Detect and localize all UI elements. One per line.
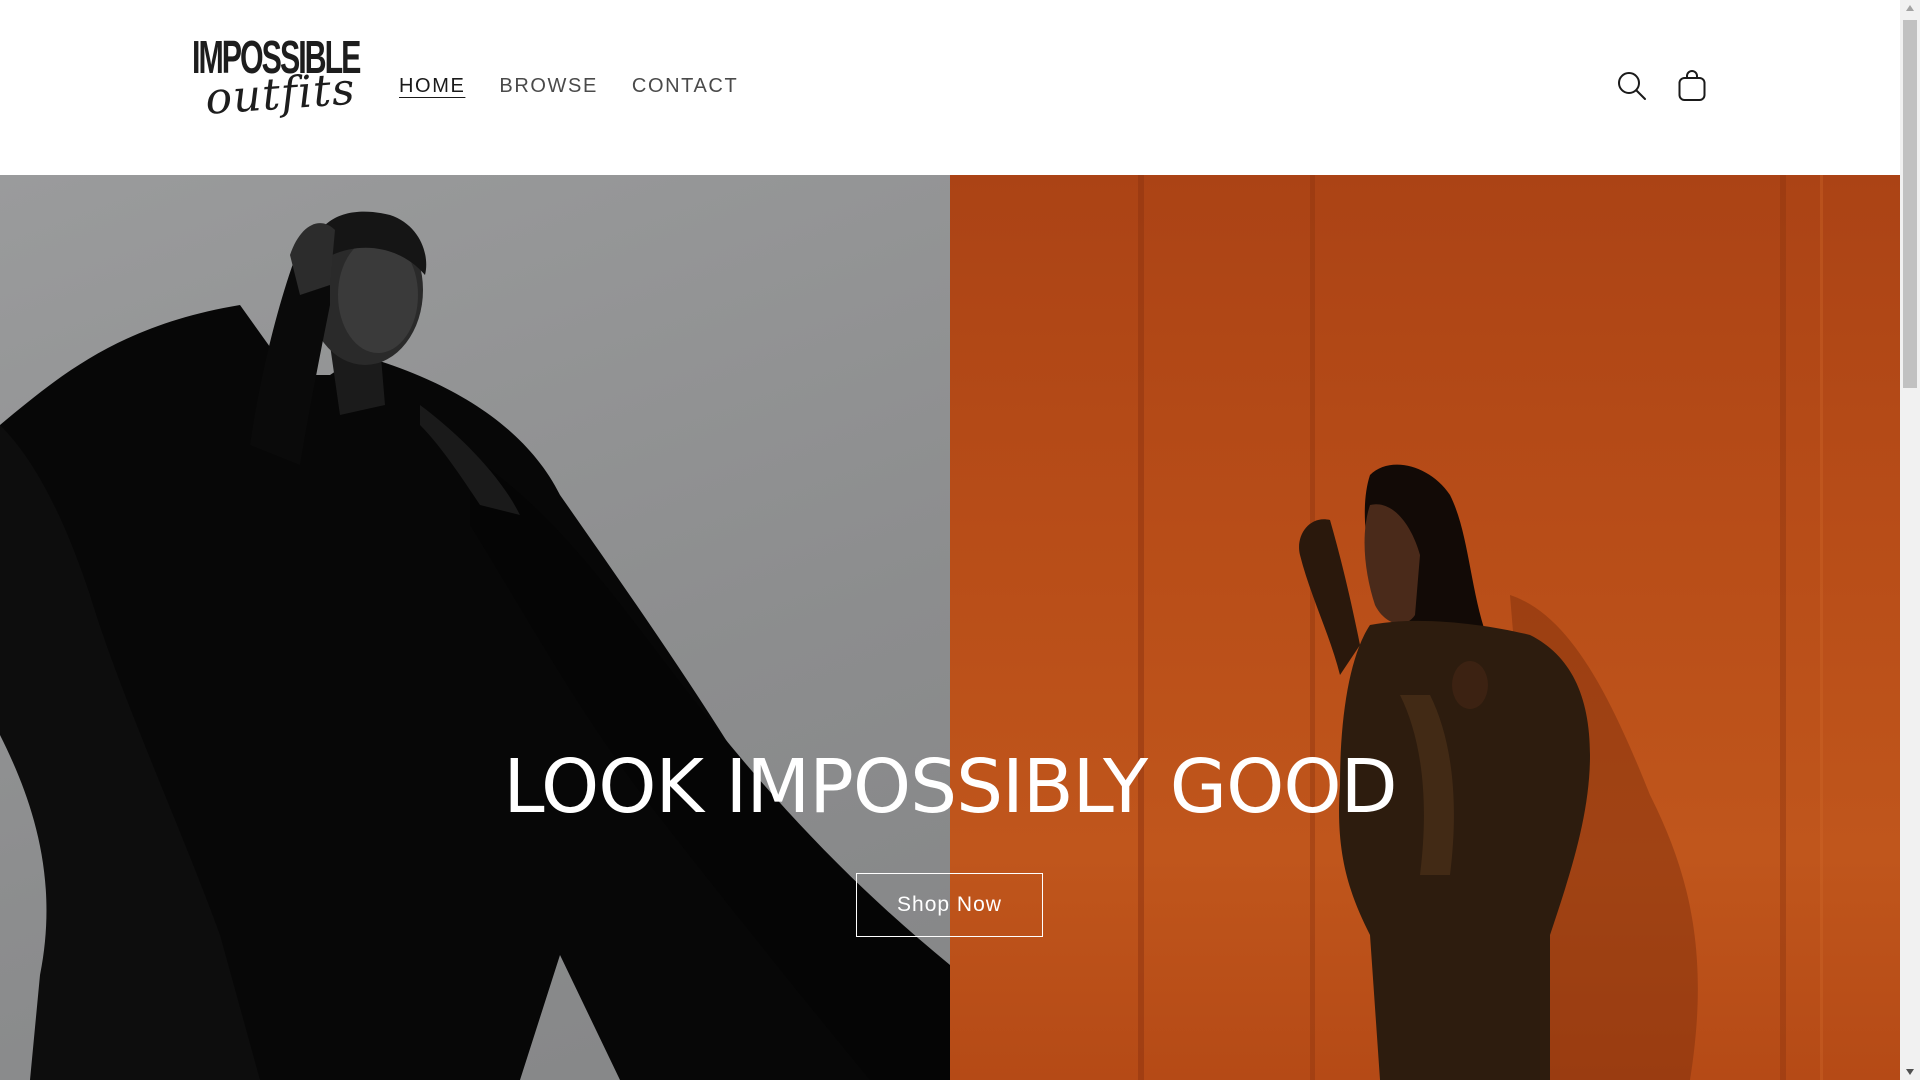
- logo-wordmark-script: outfits: [203, 63, 358, 125]
- scroll-up-icon[interactable]: [1906, 5, 1914, 11]
- site-header: IMPOSSIBLE outfits HOME BROWSE CONTACT: [0, 0, 1900, 175]
- scroll-thumb[interactable]: [1903, 20, 1917, 388]
- shop-now-button[interactable]: Shop Now: [856, 873, 1043, 937]
- cart-icon[interactable]: [1676, 68, 1708, 104]
- model-black-coat-photo: [0, 211, 950, 1080]
- nav-link-contact[interactable]: CONTACT: [632, 72, 738, 100]
- brand-logo[interactable]: IMPOSSIBLE outfits: [190, 34, 361, 140]
- search-icon[interactable]: [1616, 68, 1648, 104]
- scroll-down-icon[interactable]: [1906, 1069, 1914, 1075]
- hero-title: LOOK IMPOSSIBLY GOOD: [503, 744, 1397, 830]
- nav-link-home[interactable]: HOME: [399, 72, 465, 100]
- page: IMPOSSIBLE outfits HOME BROWSE CONTACT L…: [0, 0, 1900, 1080]
- nav-link-browse[interactable]: BROWSE: [499, 72, 598, 100]
- hero-image-left: [0, 175, 950, 1080]
- hero-banner: LOOK IMPOSSIBLY GOOD Shop Now: [0, 175, 1900, 1080]
- main-nav: HOME BROWSE CONTACT: [399, 72, 738, 100]
- page-scrollbar[interactable]: [1900, 0, 1920, 1080]
- model-orange-wall-photo: [1138, 175, 1823, 1080]
- hero-image-right: [950, 175, 1900, 1080]
